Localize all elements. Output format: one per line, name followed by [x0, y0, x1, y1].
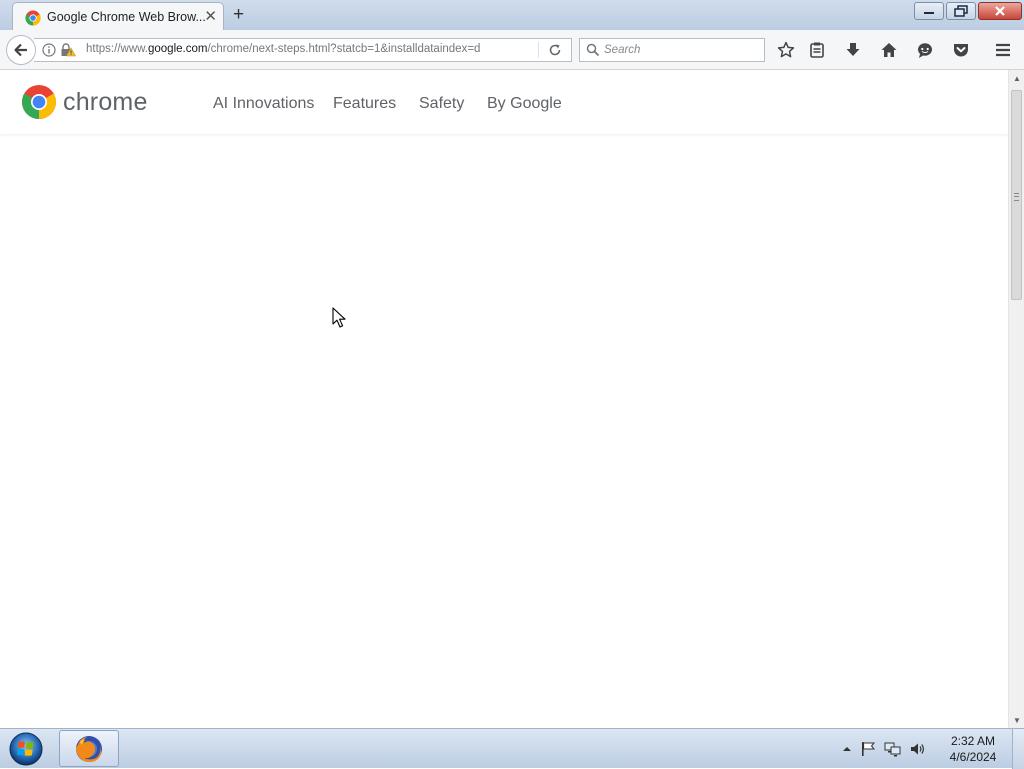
site-header: chrome AI Innovations Features Safety By… [0, 70, 1008, 134]
pocket-icon[interactable] [950, 39, 972, 61]
nav-item-by-google[interactable]: By Google [487, 95, 562, 113]
taskbar: 2:32 AM 4/6/2024 [0, 728, 1024, 769]
url-path: /chrome/next-steps.html?statcb=1&install… [207, 43, 481, 55]
restore-icon[interactable] [946, 2, 976, 20]
url-bar[interactable]: https://www.google.com/chrome/next-steps… [34, 38, 572, 62]
grip-icon [1014, 193, 1019, 201]
navigation-toolbar: https://www.google.com/chrome/next-steps… [0, 30, 1024, 70]
scroll-down-arrow-icon[interactable]: ▼ [1009, 712, 1024, 728]
start-button-icon[interactable] [6, 732, 46, 766]
network-icon[interactable] [884, 741, 902, 757]
clock[interactable]: 2:32 AM 4/6/2024 [940, 733, 1006, 765]
volume-icon[interactable] [910, 741, 926, 757]
clock-time: 2:32 AM [950, 734, 996, 748]
info-icon[interactable] [42, 43, 56, 57]
show-hidden-icons-icon[interactable] [842, 744, 852, 754]
url-divider [538, 42, 539, 58]
minimize-icon[interactable] [914, 2, 944, 20]
plus-icon[interactable]: + [233, 4, 244, 26]
back-button[interactable] [6, 35, 36, 65]
action-center-flag-icon[interactable] [860, 741, 876, 757]
tab-title: Google Chrome Web Brow... [47, 10, 206, 24]
vertical-scrollbar[interactable]: ▲ ▼ [1008, 70, 1024, 728]
window-controls [914, 2, 1022, 22]
insecure-lock-icon[interactable] [60, 43, 76, 57]
scroll-thumb[interactable] [1011, 90, 1022, 300]
url-text: https://www.google.com/chrome/next-steps… [86, 43, 542, 55]
back-arrow-icon [14, 43, 27, 57]
search-icon [586, 43, 600, 57]
logo-text[interactable]: chrome [63, 88, 148, 117]
menu-icon[interactable] [992, 39, 1014, 61]
page-content: chrome AI Innovations Features Safety By… [0, 70, 1008, 728]
title-bar: Google Chrome Web Brow... ✕ + [0, 0, 1024, 32]
url-domain: google.com [148, 43, 208, 55]
close-icon[interactable] [978, 2, 1022, 20]
taskbar-firefox-button[interactable] [59, 730, 119, 767]
nav-item-ai-innovations[interactable]: AI Innovations [213, 95, 314, 113]
mouse-cursor-icon [332, 307, 346, 328]
tab-close-icon[interactable]: ✕ [204, 8, 217, 26]
home-icon[interactable] [878, 39, 900, 61]
chat-icon[interactable] [914, 39, 936, 61]
show-desktop-button[interactable] [1012, 729, 1024, 769]
tab-google-chrome[interactable]: Google Chrome Web Brow... ✕ [12, 2, 224, 32]
system-tray [842, 739, 926, 759]
reading-list-icon[interactable] [806, 39, 828, 61]
clock-date: 4/6/2024 [949, 750, 997, 764]
bookmark-star-icon[interactable] [775, 39, 797, 61]
nav-item-features[interactable]: Features [333, 95, 396, 113]
url-prefix: https://www. [86, 43, 148, 55]
download-icon[interactable] [842, 39, 864, 61]
firefox-icon [76, 735, 102, 762]
nav-item-safety[interactable]: Safety [419, 95, 464, 113]
search-bar[interactable] [579, 38, 765, 62]
chrome-logo-icon[interactable] [22, 85, 56, 119]
scroll-up-arrow-icon[interactable]: ▲ [1009, 70, 1024, 86]
reload-icon[interactable] [547, 42, 563, 58]
chrome-logo-icon [25, 10, 41, 26]
search-input[interactable] [604, 41, 754, 59]
